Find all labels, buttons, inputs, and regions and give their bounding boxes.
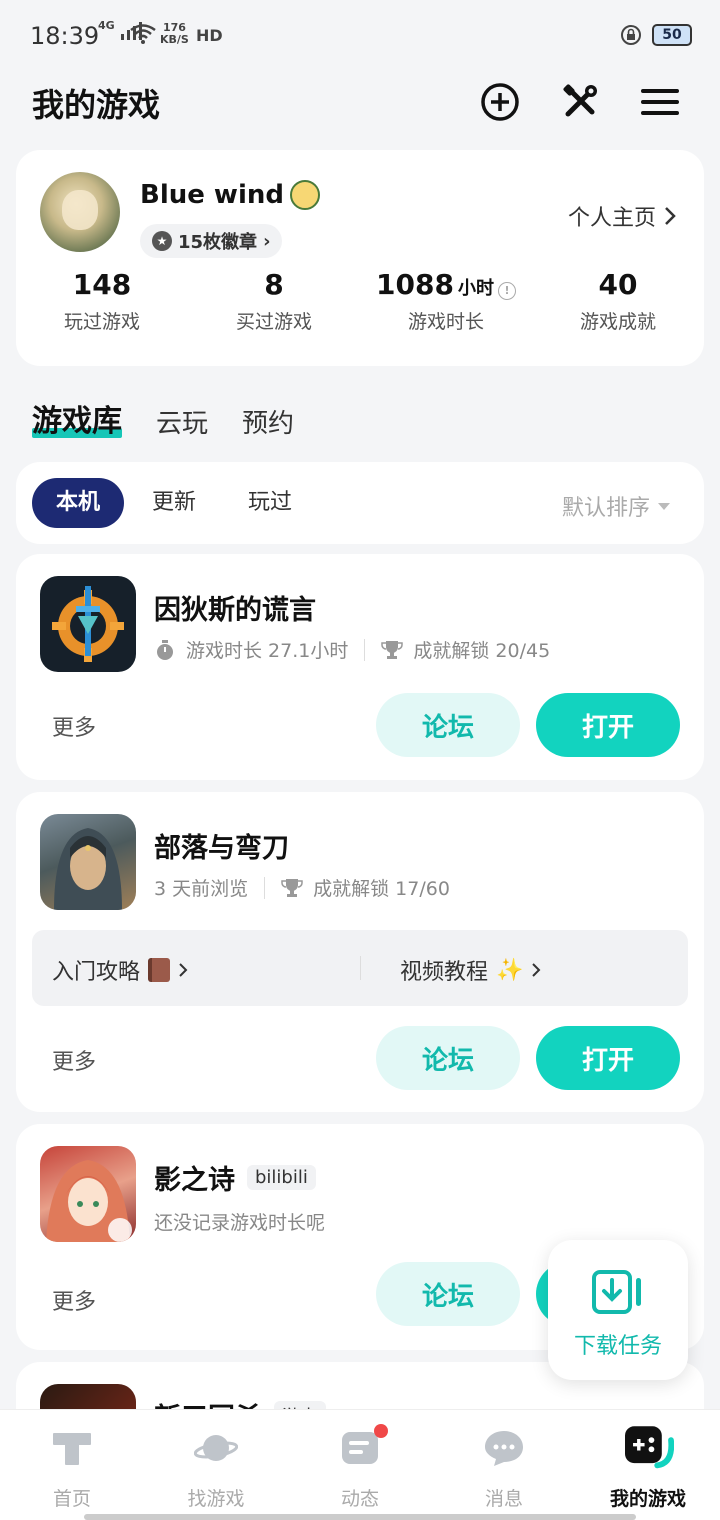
rotation-lock-icon — [621, 25, 641, 45]
bottom-nav: 首页 找游戏 动态 消息 我的游戏 — [0, 1410, 720, 1520]
forum-button[interactable]: 论坛 — [376, 693, 520, 757]
tab-library[interactable]: 游戏库 — [32, 396, 122, 440]
game-meta: 还没记录游戏时长呢 — [154, 1212, 326, 1234]
nav-messages[interactable]: 消息 — [432, 1410, 576, 1520]
game-title[interactable]: 影之诗 bilibili — [154, 1158, 316, 1197]
game-card: 部落与弯刀 3 天前浏览 成就解锁 17/60 入门攻略 视频教程 ✨ 更多 论… — [16, 792, 704, 1112]
menu-icon[interactable] — [638, 80, 682, 124]
page-title: 我的游戏 — [32, 86, 161, 124]
username: Blue wind — [140, 180, 320, 210]
sparkles-icon: ✨ — [496, 957, 524, 983]
filter-updates[interactable]: 更新 — [152, 478, 196, 528]
caret-down-icon — [658, 502, 670, 510]
nav-find-games[interactable]: 找游戏 — [144, 1410, 288, 1520]
stat-played[interactable]: 148 玩过游戏 — [16, 268, 188, 334]
nav-feed[interactable]: 动态 — [288, 1410, 432, 1520]
library-tabs: 游戏库 云玩 预约 — [32, 390, 294, 440]
status-right: 50 — [620, 24, 692, 46]
user-emoji-icon — [289, 180, 320, 210]
more-button[interactable]: 更多 — [52, 1044, 96, 1076]
gamepad-icon — [625, 1426, 674, 1469]
planet-icon — [194, 1435, 238, 1461]
stopwatch-icon — [157, 639, 173, 660]
avatar[interactable] — [40, 172, 120, 252]
chevron-right-icon — [179, 963, 188, 977]
forum-button[interactable]: 论坛 — [376, 1026, 520, 1090]
wifi-icon — [130, 24, 156, 48]
notification-dot — [374, 1424, 388, 1438]
message-icon — [485, 1431, 523, 1466]
tab-cloud-play[interactable]: 云玩 — [156, 403, 208, 440]
stat-bought[interactable]: 8 买过游戏 — [188, 268, 360, 334]
more-button[interactable]: 更多 — [52, 710, 96, 742]
download-icon — [592, 1270, 641, 1314]
profile-card: Blue wind ★ 15枚徽章 › 个人主页 148 玩过游戏 8 买过游戏… — [16, 150, 704, 366]
open-button[interactable]: 打开 — [536, 1026, 680, 1090]
hd-indicator: HD — [196, 26, 223, 45]
download-tasks-button[interactable]: 下载任务 — [548, 1240, 688, 1380]
chevron-right-icon — [532, 963, 541, 977]
stat-playtime[interactable]: 1088 小时! 游戏时长 — [360, 268, 532, 334]
game-title[interactable]: 部落与弯刀 — [154, 826, 289, 865]
filter-played[interactable]: 玩过 — [248, 478, 292, 528]
forum-button[interactable]: 论坛 — [376, 1262, 520, 1326]
add-circle-icon[interactable] — [478, 80, 522, 124]
network-speed: 176 KB/S — [160, 21, 189, 46]
status-time: 18:39 — [30, 22, 100, 50]
trophy-icon — [281, 878, 303, 897]
battery-icon: 50 — [652, 24, 692, 46]
chevron-right-icon: › — [263, 230, 271, 252]
publisher-tag: bilibili — [247, 1165, 316, 1190]
status-bar: 18:39 4G 176 KB/S HD 50 — [0, 0, 720, 72]
homepage-link[interactable]: 个人主页 — [568, 200, 676, 232]
medal-icon: ★ — [152, 231, 172, 251]
stat-achievements[interactable]: 40 游戏成就 — [532, 268, 704, 334]
more-button[interactable]: 更多 — [52, 1284, 96, 1316]
nav-home[interactable]: 首页 — [0, 1410, 144, 1520]
video-tutorial-link[interactable]: 视频教程 ✨ — [400, 954, 541, 986]
home-indicator — [84, 1514, 636, 1520]
sort-dropdown[interactable]: 默认排序 — [562, 490, 670, 522]
game-meta: 游戏时长 27.1小时 成就解锁 20/45 — [154, 636, 550, 663]
stats-row: 148 玩过游戏 8 买过游戏 1088 小时! 游戏时长 40 游戏成就 — [16, 268, 704, 334]
game-icon[interactable] — [40, 814, 136, 910]
badge-count-button[interactable]: ★ 15枚徽章 › — [140, 224, 283, 258]
guide-bar: 入门攻略 视频教程 ✨ — [32, 930, 688, 1006]
open-button[interactable]: 打开 — [536, 693, 680, 757]
tab-reservation[interactable]: 预约 — [242, 403, 294, 440]
nav-my-games[interactable]: 我的游戏 — [576, 1410, 720, 1520]
game-card: 因狄斯的谎言 游戏时长 27.1小时 成就解锁 20/45 更多 论坛 打开 — [16, 554, 704, 780]
filter-bar: 本机 更新 玩过 默认排序 — [16, 462, 704, 544]
chevron-right-icon — [665, 207, 676, 225]
info-icon[interactable]: ! — [497, 282, 516, 300]
beginner-guide-link[interactable]: 入门攻略 — [52, 954, 188, 986]
game-icon[interactable] — [40, 1146, 136, 1242]
trophy-icon — [381, 640, 404, 659]
app-header: 我的游戏 — [0, 72, 720, 132]
tools-icon[interactable] — [558, 80, 602, 124]
game-icon[interactable] — [40, 576, 136, 672]
game-title[interactable]: 因狄斯的谎言 — [154, 588, 316, 627]
filter-local[interactable]: 本机 — [32, 478, 125, 528]
book-icon — [148, 958, 171, 982]
game-meta: 3 天前浏览 成就解锁 17/60 — [154, 876, 450, 900]
home-icon — [53, 1433, 91, 1465]
